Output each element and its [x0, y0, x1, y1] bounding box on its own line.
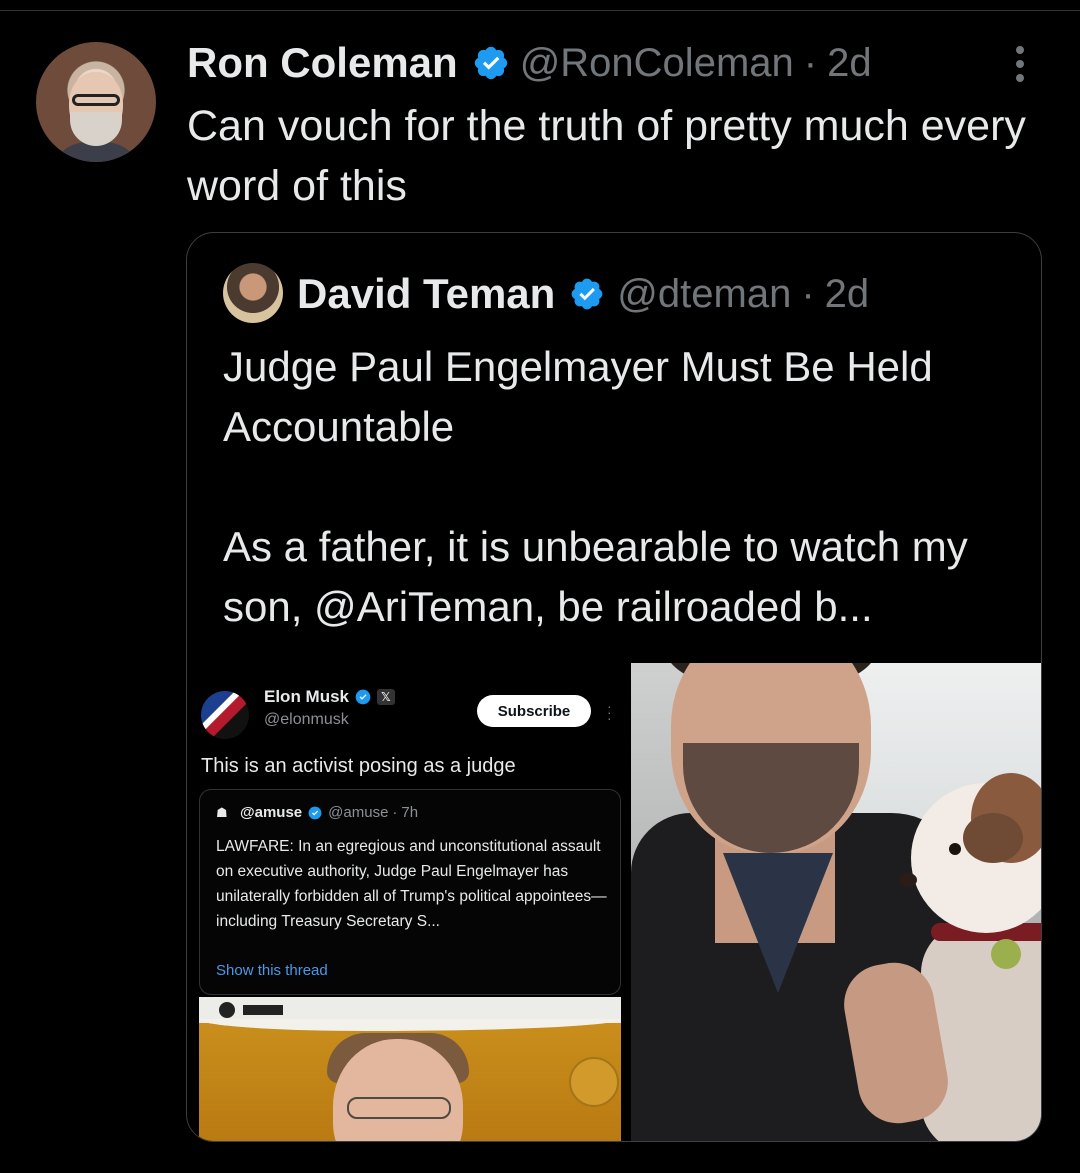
embedded-quote-handle: @amuse [328, 804, 389, 821]
author-name[interactable]: Ron Coleman [187, 39, 458, 87]
quoted-author-name[interactable]: David Teman [297, 270, 555, 318]
show-thread-link: Show this thread [216, 962, 328, 979]
more-options-icon: · · · [607, 698, 612, 726]
embedded-quote-header: ☗ @amuse @amuse · 7h [216, 804, 418, 821]
quoted-tweet-header: David Teman @dteman · 2d [297, 265, 869, 323]
separator-dot: · [803, 40, 818, 85]
man-with-dog-photo[interactable] [631, 663, 1041, 1141]
x-affiliation-badge: 𝕏 [377, 689, 395, 705]
subscribe-button: Subscribe [477, 695, 591, 727]
tweet-header: Ron Coleman @RonColeman · 2d [187, 38, 872, 88]
separator-dot: · [392, 804, 398, 821]
author-avatar[interactable] [36, 42, 156, 162]
separator-dot: · [801, 271, 815, 316]
embedded-author-row: Elon Musk 𝕏 [264, 687, 395, 707]
verified-badge-icon [355, 689, 371, 705]
embedded-post-text: This is an activist posing as a judge [201, 755, 516, 777]
top-divider [0, 10, 1080, 11]
tweet-text: Can vouch for the truth of pretty much e… [187, 102, 1026, 210]
verified-badge-icon [308, 806, 322, 819]
quoted-tweet-card[interactable]: David Teman @dteman · 2d Judge Paul Enge… [186, 232, 1042, 1142]
verified-badge-icon [571, 278, 603, 310]
embedded-author-avatar [201, 691, 249, 739]
embedded-quote-card: ☗ @amuse @amuse · 7h LAWFARE: In an egre… [199, 789, 621, 995]
more-options-icon[interactable] [1008, 46, 1032, 90]
quoted-author-handle[interactable]: @dteman [617, 272, 791, 317]
embedded-author-name: Elon Musk [264, 687, 350, 706]
embedded-quote-text: LAWFARE: In an egregious and unconstitut… [216, 838, 607, 930]
embedded-quote-name: @amuse [240, 804, 303, 821]
judge-photo [199, 997, 621, 1141]
account-icon: ☗ [216, 804, 228, 820]
quoted-tweet-body: As a father, it is unbearable to watch m… [223, 523, 968, 630]
embedded-quote-time: 7h [401, 804, 419, 821]
tweet-time[interactable]: 2d [827, 41, 872, 86]
quoted-tweet-title: Judge Paul Engelmayer Must Be Held Accou… [223, 343, 933, 450]
verified-badge-icon [474, 46, 507, 80]
embedded-author-handle: @elonmusk [264, 711, 349, 728]
quoted-author-avatar[interactable] [223, 263, 283, 323]
author-handle[interactable]: @RonColeman [520, 41, 794, 86]
quoted-tweet-time[interactable]: 2d [825, 272, 870, 317]
embedded-screenshot-image[interactable]: Elon Musk 𝕏 @elonmusk Subscribe · · · This… [187, 669, 621, 1141]
quoted-tweet-text: Judge Paul Engelmayer Must Be Held Accou… [223, 337, 1013, 637]
